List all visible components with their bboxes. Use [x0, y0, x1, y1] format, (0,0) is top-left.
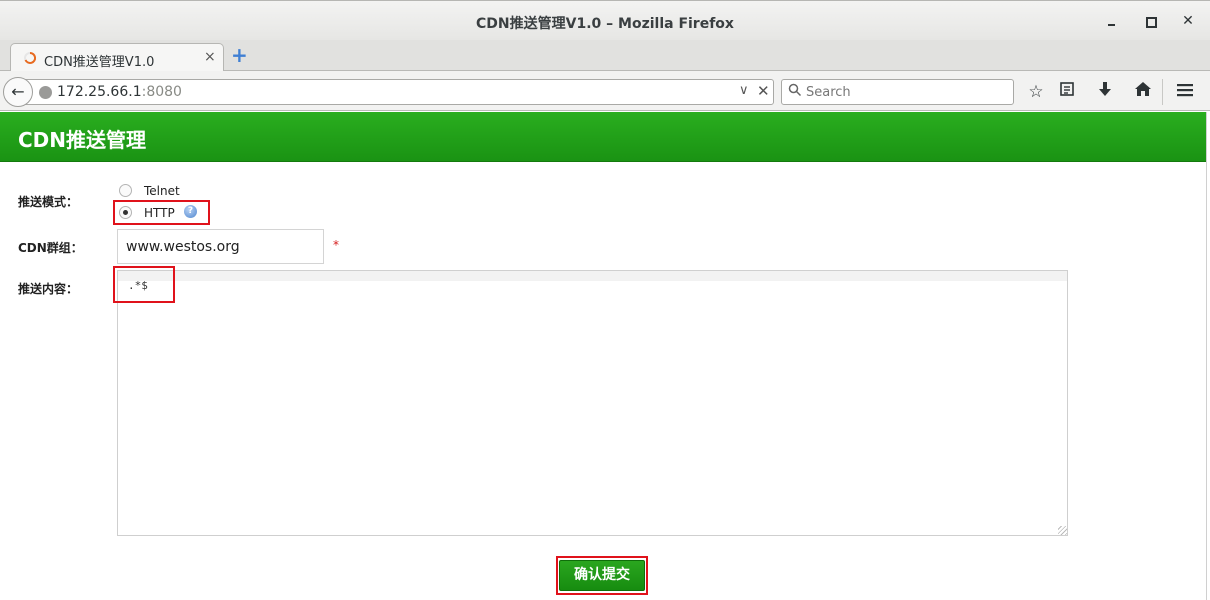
radio-telnet-label[interactable]: Telnet: [144, 184, 180, 198]
page-title: CDN推送管理: [18, 128, 147, 152]
search-icon: [788, 83, 802, 97]
loading-icon: [24, 51, 37, 64]
url-bar[interactable]: 172.25.66.1:8080 ∨ ✕: [22, 79, 774, 105]
toolbar-separator: [1162, 79, 1163, 105]
dropdown-icon[interactable]: ∨: [739, 83, 749, 98]
tab-cdn-push[interactable]: CDN推送管理V1.0 ×: [10, 43, 224, 72]
window-right-edge: [1206, 112, 1210, 600]
globe-icon: [39, 86, 52, 99]
tab-label: CDN推送管理V1.0: [44, 55, 155, 70]
url-text[interactable]: 172.25.66.1:8080: [57, 84, 182, 100]
window-titlebar: CDN推送管理V1.0 – Mozilla Firefox ✕: [0, 0, 1210, 40]
bookmark-star-icon[interactable]: ☆: [1025, 81, 1047, 103]
push-content-textarea[interactable]: .*$: [117, 270, 1068, 536]
push-content-label: 推送内容：: [18, 282, 79, 296]
highlight-box-submit: [556, 556, 648, 595]
push-mode-label: 推送模式：: [18, 195, 79, 209]
url-host: 172.25.66.1: [57, 84, 142, 100]
menu-icon[interactable]: [1174, 81, 1196, 103]
tab-strip: CDN推送管理V1.0 × +: [0, 40, 1210, 72]
minimize-icon[interactable]: [1103, 12, 1121, 30]
reader-icon[interactable]: [1056, 81, 1078, 103]
radio-telnet-button[interactable]: [119, 184, 132, 197]
navigation-bar: 172.25.66.1:8080 ∨ ✕ ← ☆: [0, 71, 1210, 111]
highlight-box-http: [113, 200, 210, 225]
url-port: :8080: [141, 84, 182, 100]
cdn-group-label: CDN群组：: [18, 241, 83, 255]
highlight-box-content: [113, 266, 175, 303]
menu-icon-svg: [1177, 84, 1193, 97]
cdn-group-input[interactable]: [117, 229, 324, 264]
new-tab-icon[interactable]: +: [231, 45, 249, 65]
resize-grip-icon[interactable]: [1058, 526, 1067, 535]
maximize-icon[interactable]: [1141, 12, 1159, 30]
search-input[interactable]: [806, 83, 1006, 102]
page-header: CDN推送管理: [0, 112, 1206, 162]
tab-close-icon[interactable]: ×: [204, 49, 216, 65]
search-bar[interactable]: [781, 79, 1014, 105]
download-icon[interactable]: [1094, 81, 1116, 103]
reader-icon-svg: [1060, 82, 1074, 96]
back-icon[interactable]: ←: [3, 77, 33, 107]
download-icon-svg: [1099, 82, 1111, 96]
clear-icon[interactable]: ✕: [757, 82, 770, 100]
required-mark: *: [333, 238, 339, 252]
home-icon[interactable]: [1132, 81, 1154, 103]
window-title: CDN推送管理V1.0 – Mozilla Firefox: [476, 16, 734, 32]
home-icon-svg: [1135, 82, 1151, 96]
close-icon[interactable]: ✕: [1179, 12, 1197, 30]
